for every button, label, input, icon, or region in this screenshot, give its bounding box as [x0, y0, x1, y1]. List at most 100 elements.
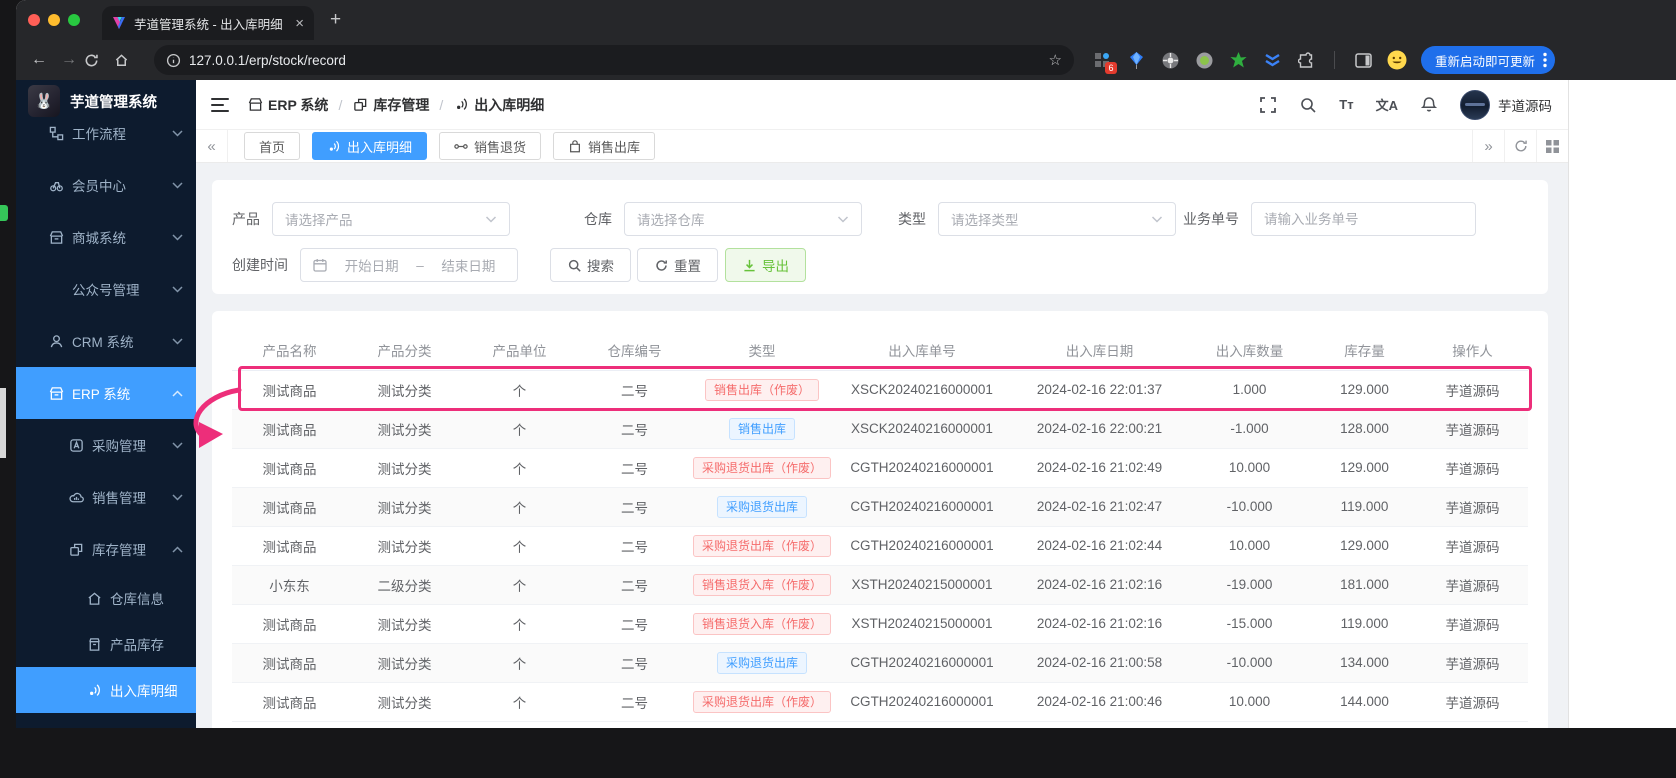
unit-cell: 个	[462, 448, 577, 487]
sidebar-item-label: 工作流程	[72, 123, 172, 143]
export-button[interactable]: 导出	[725, 248, 806, 282]
sidebar-item-出入库明细[interactable]: 出入库明细	[16, 667, 196, 713]
extension-chevrons-icon[interactable]	[1262, 50, 1282, 70]
sidebar-item-会员中心[interactable]: 会员中心	[16, 159, 196, 211]
type-cell: 采购退货出库	[692, 643, 832, 682]
sidebar-item-CRM 系统[interactable]: CRM 系统	[16, 315, 196, 367]
page-tab-首页[interactable]: 首页	[244, 132, 300, 160]
tabs-scroll-left-icon[interactable]: «	[196, 130, 228, 162]
notification-bell-icon[interactable]	[1420, 96, 1438, 114]
category-cell: 测试分类	[347, 526, 462, 565]
sidebar-item-商城系统[interactable]: 商城系统	[16, 211, 196, 263]
unit-cell: 个	[462, 409, 577, 448]
order-no-cell: XSTH20240215000001	[832, 565, 1012, 604]
new-tab-button[interactable]: +	[330, 9, 341, 31]
chevron-down-icon	[172, 338, 184, 345]
app-logo-avatar: 🐰	[28, 85, 60, 117]
table-row: 测试商品测试分类个二号销售退货入库（作废）XSTH202402150000012…	[232, 604, 1528, 643]
close-window-button[interactable]	[28, 14, 40, 26]
app-sidebar: 工作流程会员中心商城系统公众号管理 CRM 系统ERP 系统采购管理销售管理库存管…	[16, 80, 196, 728]
category-cell: 测试分类	[347, 604, 462, 643]
app-title: 芋道管理系统	[70, 91, 157, 112]
type-select[interactable]: 请选择类型	[938, 202, 1176, 236]
sidebar-item-label: 公众号管理	[72, 279, 172, 299]
sidebar-item-库存管理[interactable]: 库存管理	[16, 523, 196, 575]
chevron-down-icon	[485, 216, 497, 223]
sidebar-item-label: 采购管理	[92, 435, 172, 455]
browser-tab[interactable]: 芋道管理系统 - 出入库明细 ×	[102, 6, 314, 40]
browser-update-button[interactable]: 重新启动即可更新	[1421, 46, 1555, 74]
username: 芋道源码	[1498, 95, 1552, 115]
sidebar-item-ERP 系统[interactable]: ERP 系统	[16, 367, 196, 419]
reset-button[interactable]: 重置	[637, 248, 718, 282]
user-menu[interactable]: 芋道源码	[1460, 90, 1552, 120]
bizno-input[interactable]	[1264, 212, 1463, 227]
date-range-picker[interactable]: 开始日期 – 结束日期	[300, 248, 518, 282]
browser-tab-title: 芋道管理系统 - 出入库明细	[134, 14, 287, 33]
toolbar-divider	[1334, 51, 1335, 69]
extension-wheel-icon[interactable]	[1160, 50, 1180, 70]
back-button[interactable]: ←	[24, 51, 54, 69]
warehouse-cell: 二号	[577, 682, 692, 721]
right-panel-strip	[1568, 80, 1676, 728]
browser-toolbar: ← → 127.0.0.1/erp/stock/record ☆ 6	[16, 40, 1676, 80]
type-badge: 销售退货入库（作废）	[693, 613, 831, 635]
breadcrumb-label: 出入库明细	[474, 95, 544, 115]
sidebar-item-产品库存[interactable]: 产品库存	[16, 621, 196, 667]
sidebar-item-公众号管理[interactable]: 公众号管理	[16, 263, 196, 315]
language-icon[interactable]: 文A	[1376, 96, 1398, 114]
warehouse-cell: 二号	[577, 370, 692, 409]
search-button[interactable]: 搜索	[550, 248, 631, 282]
sidebar-item-销售管理[interactable]: 销售管理	[16, 471, 196, 523]
tabs-refresh-icon[interactable]	[1504, 130, 1536, 162]
extension-star-icon[interactable]	[1228, 50, 1248, 70]
sidebar-item-采购管理[interactable]: 采购管理	[16, 419, 196, 471]
table-row: 测试商品测试分类个二号采购退货出库（作废）CGTH202402160000012…	[232, 682, 1528, 721]
date-cell: 2024-02-16 21:00:58	[1012, 643, 1187, 682]
extensions-puzzle-icon[interactable]	[1296, 50, 1316, 70]
extension-green-dot-icon[interactable]	[1194, 50, 1214, 70]
quantity-cell: 10.000	[1187, 526, 1312, 565]
product-select[interactable]: 请选择产品	[272, 202, 510, 236]
type-cell: 采购退货出库（作废）	[692, 526, 832, 565]
breadcrumb-item-ERP 系统[interactable]: ERP 系统	[247, 95, 328, 115]
address-bar[interactable]: 127.0.0.1/erp/stock/record ☆	[154, 45, 1074, 75]
extension-balloon-icon[interactable]	[1126, 50, 1146, 70]
page-tab-出入库明细[interactable]: 出入库明细	[312, 132, 427, 160]
fullscreen-icon[interactable]	[1259, 96, 1277, 114]
forward-button[interactable]: →	[54, 51, 84, 69]
warehouse-cell: 二号	[577, 526, 692, 565]
collapse-menu-icon[interactable]	[211, 98, 229, 112]
order-no-cell: XSTH20240215000001	[832, 604, 1012, 643]
page-tab-销售出库[interactable]: 销售出库	[553, 132, 655, 160]
home-button[interactable]	[114, 53, 144, 68]
tab-close-icon[interactable]: ×	[295, 15, 304, 32]
type-badge: 销售退货入库（作废）	[693, 574, 831, 596]
font-size-icon[interactable]: Tᴛ	[1339, 96, 1353, 114]
extension-grid-icon[interactable]: 6	[1092, 50, 1112, 70]
site-info-icon[interactable]	[166, 53, 181, 68]
table-row: 测试商品测试分类个二号采购退货出库（作废）CGTH202402160000012…	[232, 526, 1528, 565]
chevron-down-icon	[172, 234, 184, 241]
quantity-cell: 1.000	[1187, 370, 1312, 409]
minimize-window-button[interactable]	[48, 14, 60, 26]
reload-button[interactable]	[84, 53, 114, 68]
profile-avatar-icon[interactable]	[1387, 50, 1407, 70]
breadcrumb-item-出入库明细[interactable]: 出入库明细	[453, 95, 544, 115]
side-panel-icon[interactable]	[1353, 50, 1373, 70]
kebab-menu-icon[interactable]	[1543, 52, 1547, 68]
page-tab-销售退货[interactable]: 销售退货	[439, 132, 541, 160]
sidebar-item-label: 销售管理	[92, 487, 172, 507]
order-no-cell: XSCK20240216000001	[832, 409, 1012, 448]
bookmark-star-icon[interactable]: ☆	[1049, 51, 1062, 69]
column-header-出入库单号: 出入库单号	[832, 330, 1012, 370]
warehouse-select[interactable]: 请选择仓库	[624, 202, 862, 236]
zoom-window-button[interactable]	[68, 14, 80, 26]
tabs-scroll-right-icon[interactable]: »	[1472, 130, 1504, 162]
breadcrumb-item-库存管理[interactable]: 库存管理	[352, 95, 429, 115]
tabs-layout-grid-icon[interactable]	[1536, 130, 1568, 162]
sidebar-item-仓库信息[interactable]: 仓库信息	[16, 575, 196, 621]
category-cell: 测试分类	[347, 643, 462, 682]
search-icon[interactable]	[1299, 96, 1317, 114]
date-cell: 2024-02-16 22:00:21	[1012, 409, 1187, 448]
